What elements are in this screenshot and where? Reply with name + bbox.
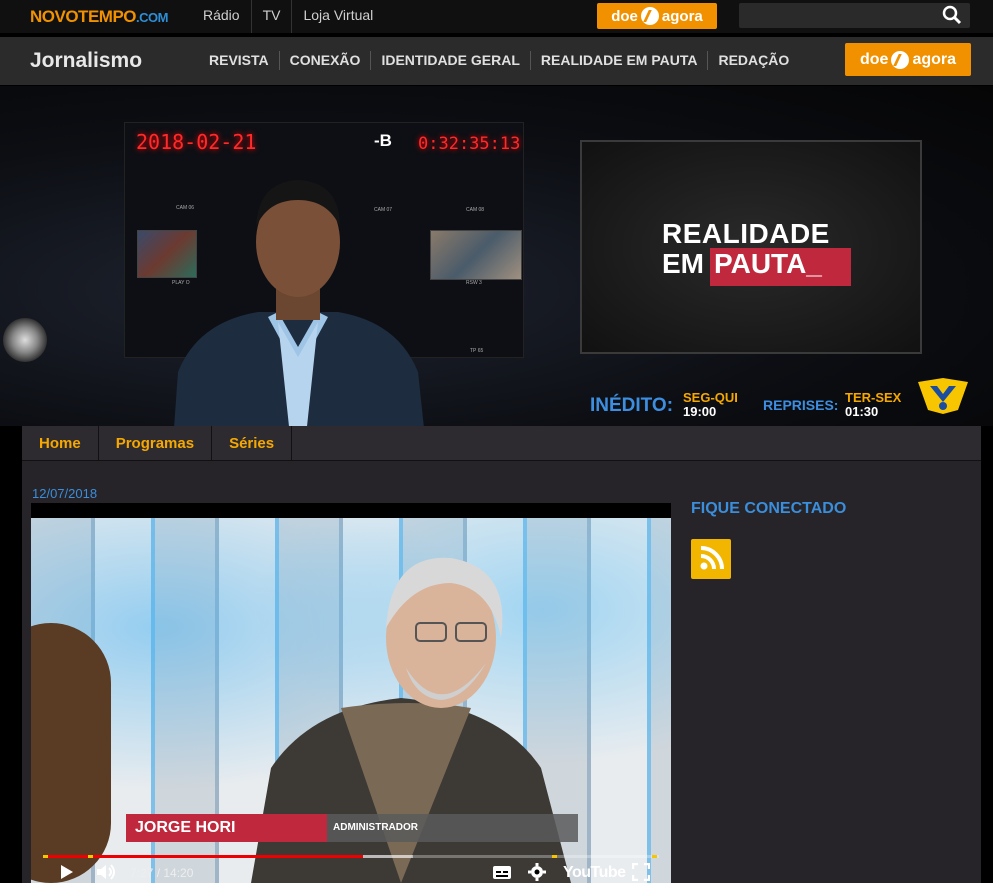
top-links: Rádio TV Loja Virtual [192, 0, 384, 33]
donate-button-top[interactable]: doe agora [597, 3, 717, 29]
top-link-tv[interactable]: TV [250, 0, 292, 33]
nav-identidade-geral[interactable]: IDENTIDADE GERAL [370, 51, 529, 70]
video-player[interactable]: JORGE HORI ADMINISTRADOR 7:27 / 14:20 Yo… [31, 503, 671, 883]
presenter-image [174, 180, 424, 426]
program-tabs: Home Programas Séries [22, 426, 981, 461]
reprises-time: 01:30 [845, 404, 879, 419]
cam-label: RSW 3 [466, 280, 482, 286]
cam-label: TP 65 [470, 348, 484, 354]
rss-icon [700, 546, 724, 570]
youtube-logo[interactable]: YouTube [563, 864, 626, 882]
show-logo-line2a: EM [662, 248, 704, 279]
show-logo-line1: REALIDADE [662, 218, 830, 249]
novo-tempo-logo-icon [918, 378, 968, 414]
search-input[interactable] [739, 3, 970, 28]
lower-third-role: ADMINISTRADOR [333, 822, 418, 833]
donate-text-b: agora [661, 7, 703, 25]
donate-text-b: agora [912, 50, 957, 68]
play-icon[interactable] [59, 863, 75, 881]
tab-home[interactable]: Home [22, 426, 99, 460]
nav-conexao[interactable]: CONEXÃO [278, 51, 371, 70]
chapter-marker [88, 855, 93, 858]
post-date: 12/07/2018 [32, 486, 98, 501]
donate-text-a: doe [611, 7, 638, 25]
logo-brand: NOVOTEMPO [30, 7, 137, 26]
site-logo[interactable]: NOVOTEMPO.COM [30, 7, 168, 27]
tab-programas[interactable]: Programas [99, 426, 213, 460]
video-time: 7:27 / 14:20 [130, 866, 194, 880]
studio-clock-date: 2018-02-21 [136, 130, 257, 154]
sidebar-title: FIQUE CONECTADO [691, 500, 847, 517]
show-logo-line2b: PAUTA_ [714, 248, 822, 279]
search-icon[interactable] [940, 4, 964, 26]
inedito-label: INÉDITO: [590, 395, 674, 416]
chapter-marker [652, 855, 657, 858]
video-progress-bar[interactable] [43, 855, 659, 858]
donate-button-section[interactable]: doe agora [845, 43, 971, 76]
volume-icon[interactable] [95, 863, 117, 881]
studio-clock-time: 0:32:35:13 [418, 134, 521, 154]
fullscreen-icon[interactable] [632, 863, 650, 881]
donate-logo-icon [640, 7, 659, 25]
section-nav: REVISTA CONEXÃO IDENTIDADE GERAL REALIDA… [199, 51, 799, 70]
camera-feed-2 [430, 230, 522, 280]
inedito-schedule: SEG-QUI 19:00 [683, 391, 738, 419]
section-title[interactable]: Jornalismo [30, 49, 142, 73]
top-link-loja[interactable]: Loja Virtual [291, 0, 384, 33]
cam-label: CAM 08 [466, 207, 485, 213]
logo-domain: .COM [136, 10, 168, 25]
settings-gear-icon[interactable] [528, 863, 546, 881]
subtitles-icon[interactable] [492, 863, 512, 881]
lower-third-name: JORGE HORI [126, 814, 327, 842]
donate-logo-icon [891, 50, 910, 69]
chapter-marker [43, 855, 48, 858]
nav-revista[interactable]: REVISTA [199, 51, 279, 70]
studio-lamp [3, 318, 47, 362]
chapter-marker [552, 855, 557, 858]
tab-series[interactable]: Séries [212, 426, 293, 460]
top-bar: NOVOTEMPO.COM Rádio TV Loja Virtual doe … [0, 0, 993, 33]
rss-button[interactable] [691, 539, 731, 579]
donate-text-a: doe [859, 50, 889, 68]
reprises-schedule: TER-SEX 01:30 [845, 391, 901, 419]
video-controls: 7:27 / 14:20 YouTube [31, 861, 671, 883]
inedito-days: SEG-QUI [683, 390, 738, 405]
nav-redacao[interactable]: REDAÇÃO [707, 51, 799, 70]
inedito-time: 19:00 [683, 404, 717, 419]
nav-realidade-em-pauta[interactable]: REALIDADE EM PAUTA [529, 51, 708, 70]
reprises-days: TER-SEX [845, 390, 902, 405]
studio-clock-label: -B [374, 131, 392, 150]
top-link-radio[interactable]: Rádio [192, 0, 251, 33]
reprises-label: REPRISES: [763, 397, 839, 413]
chair-image [31, 623, 111, 883]
